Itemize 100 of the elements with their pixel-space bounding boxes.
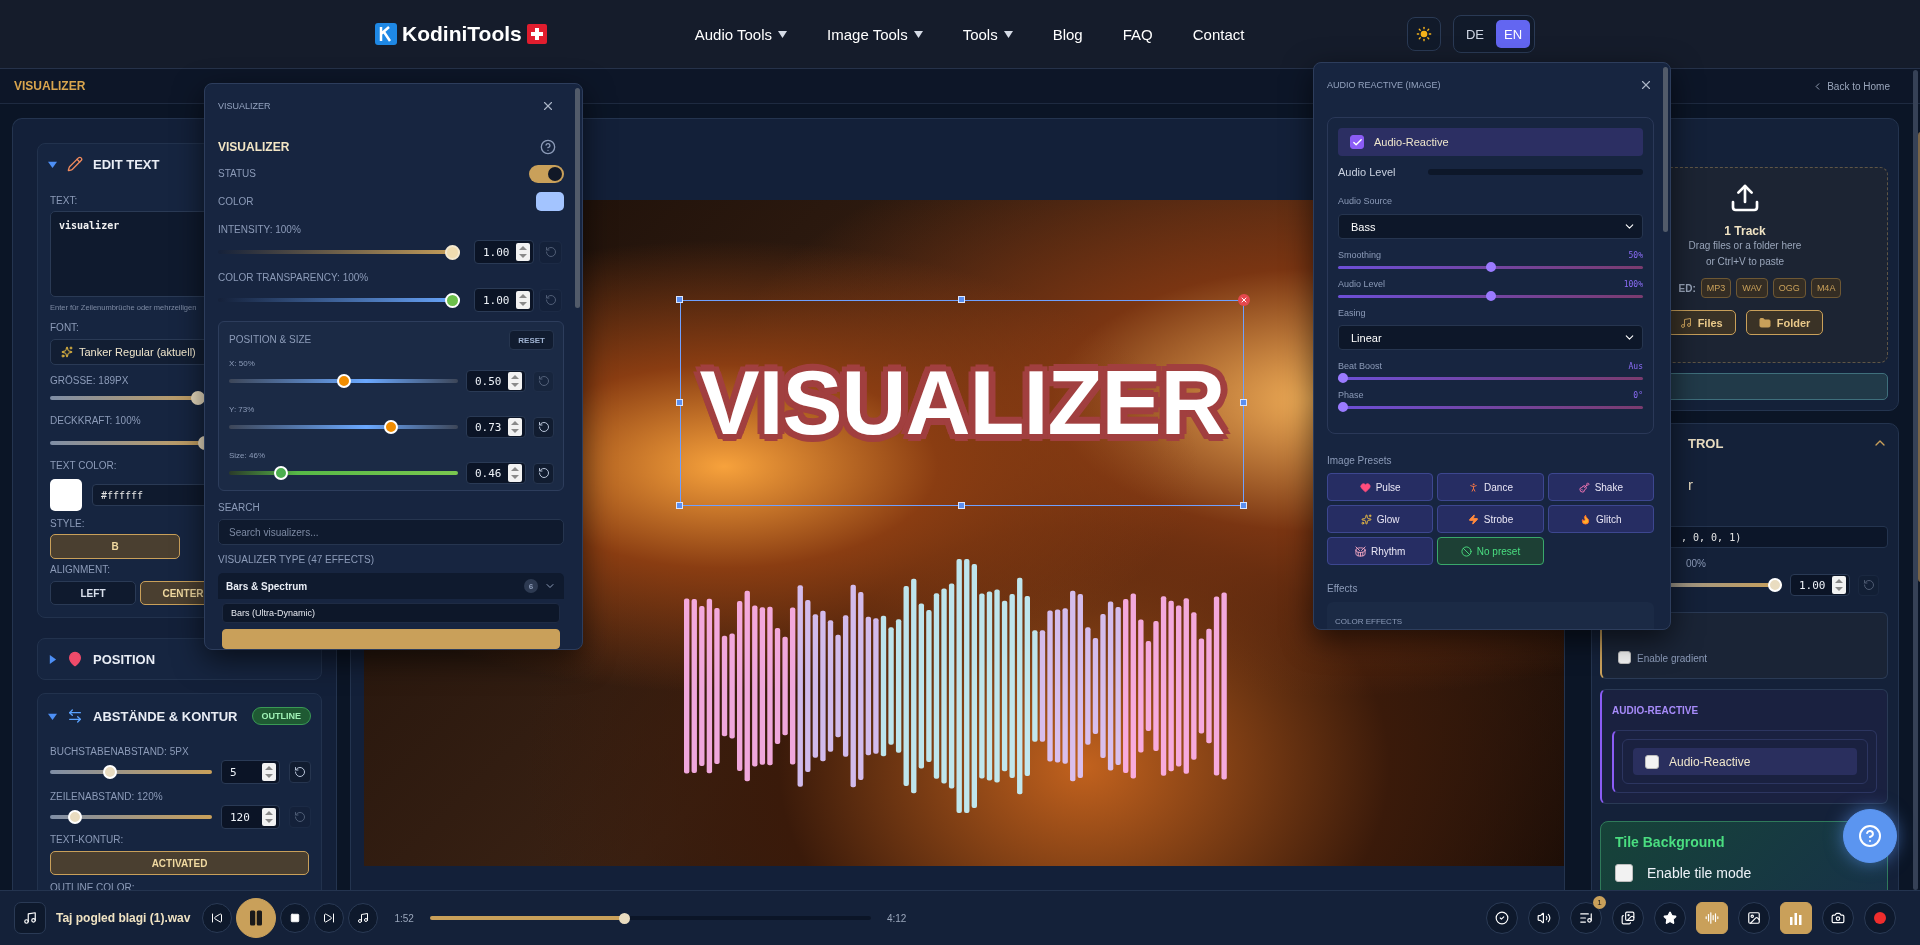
record-button[interactable] — [1864, 902, 1896, 934]
checkbox[interactable] — [1618, 651, 1631, 664]
checkbox[interactable] — [1350, 135, 1364, 149]
preset-button[interactable]: Strobe — [1437, 505, 1544, 533]
help-icon[interactable] — [540, 138, 556, 155]
spin-buttons[interactable] — [507, 418, 522, 436]
number-field[interactable]: 0.73 — [465, 416, 526, 438]
nav-link[interactable]: Blog — [1052, 25, 1083, 43]
number-field[interactable]: 0.46 — [465, 462, 526, 484]
stop-button[interactable] — [280, 903, 311, 933]
waveform-button[interactable] — [1696, 902, 1728, 934]
checkbox[interactable] — [1645, 754, 1659, 769]
preset-button[interactable]: Shake — [1547, 473, 1654, 501]
music-note-button[interactable] — [348, 903, 379, 933]
slider[interactable] — [229, 420, 458, 434]
slider[interactable] — [50, 765, 212, 779]
resize-handle[interactable] — [1240, 399, 1247, 406]
resize-handle[interactable] — [1240, 502, 1247, 509]
camera-button[interactable] — [1822, 902, 1854, 934]
slider-thumb[interactable] — [1338, 402, 1348, 412]
number-field[interactable]: 1.00 — [1790, 574, 1850, 596]
slider[interactable] — [50, 810, 212, 824]
number-field[interactable]: 0.50 — [465, 370, 526, 392]
slider-thumb[interactable] — [1485, 291, 1496, 301]
music-button[interactable] — [14, 902, 46, 934]
nav-link[interactable]: Tools — [962, 25, 1013, 43]
check-button[interactable] — [1486, 902, 1518, 934]
resize-handle[interactable] — [676, 399, 683, 406]
resize-handle[interactable] — [676, 296, 683, 303]
slider[interactable] — [1338, 291, 1643, 301]
number-field[interactable]: 120 — [221, 805, 280, 829]
preset-button[interactable]: No preset — [1437, 537, 1544, 565]
playlist-button[interactable] — [1570, 902, 1602, 934]
nav-link[interactable]: Image Tools — [827, 25, 923, 43]
upload-button[interactable]: Folder — [1745, 310, 1824, 335]
search-field[interactable]: Search visualizers... — [218, 519, 564, 545]
checkbox[interactable] — [1615, 864, 1633, 882]
slider[interactable] — [429, 912, 871, 924]
language-button[interactable]: EN — [1496, 20, 1530, 48]
spin-buttons[interactable] — [516, 243, 530, 262]
caret-icon[interactable] — [48, 711, 57, 721]
scrollbar[interactable] — [1913, 70, 1918, 890]
style-button[interactable]: B — [50, 534, 180, 559]
toggle-row[interactable]: Audio-Reactive — [1338, 128, 1643, 156]
preset-button[interactable]: Rhythm — [1327, 537, 1434, 565]
spin-buttons[interactable] — [516, 291, 530, 310]
spin-buttons[interactable] — [507, 372, 522, 390]
gallery-button[interactable] — [1612, 902, 1644, 934]
play-pause-button[interactable] — [236, 898, 277, 938]
nav-link[interactable]: Audio Tools — [694, 25, 788, 43]
reset-button[interactable] — [533, 462, 554, 484]
scrollbar[interactable] — [575, 88, 580, 308]
selection-box[interactable]: VISUALIZER — [680, 300, 1244, 506]
slider[interactable] — [1338, 402, 1643, 412]
resize-handle[interactable] — [958, 296, 965, 303]
reset-button[interactable]: RESET — [509, 330, 554, 350]
list-item[interactable]: Bars (Ultra-Dynamic) — [222, 603, 560, 623]
caret-icon[interactable] — [48, 159, 57, 169]
reset-button[interactable] — [289, 761, 311, 783]
dropdown-select[interactable]: Bass — [1338, 214, 1643, 239]
number-field[interactable]: 5 — [221, 760, 280, 784]
next-button[interactable] — [314, 903, 345, 933]
image-button[interactable] — [1738, 902, 1770, 934]
alignment-button[interactable]: LEFT — [50, 581, 136, 605]
nav-link[interactable]: FAQ — [1122, 25, 1153, 43]
delete-handle[interactable] — [1238, 294, 1250, 306]
volume-button[interactable] — [1528, 902, 1560, 934]
resize-handle[interactable] — [958, 502, 965, 509]
category-header[interactable]: Bars & Spectrum 6 — [218, 573, 564, 599]
slider[interactable] — [1338, 262, 1643, 272]
slider[interactable] — [229, 466, 458, 480]
spin-buttons[interactable] — [507, 464, 522, 482]
reset-button[interactable] — [533, 416, 554, 438]
resize-handle[interactable] — [676, 502, 683, 509]
language-button[interactable]: DE — [1458, 20, 1492, 48]
slider[interactable] — [229, 374, 458, 388]
preset-button[interactable]: Glitch — [1547, 505, 1654, 533]
slider-thumb[interactable] — [1338, 373, 1348, 383]
preset-button[interactable]: Dance — [1437, 473, 1544, 501]
slider[interactable] — [218, 292, 460, 308]
nav-link[interactable]: Contact — [1192, 25, 1245, 43]
caret-icon[interactable] — [48, 654, 57, 664]
number-field[interactable]: 1.00 — [474, 240, 534, 265]
scrollbar[interactable] — [1663, 67, 1668, 232]
bars-button[interactable] — [1780, 902, 1812, 934]
back-link[interactable]: Back to Home — [1812, 80, 1890, 92]
previous-button[interactable] — [202, 903, 233, 933]
slider-thumb[interactable] — [1485, 262, 1496, 272]
dropdown-select[interactable]: Linear — [1338, 325, 1643, 350]
preset-button[interactable]: Pulse — [1327, 473, 1434, 501]
toggle-switch[interactable] — [529, 164, 564, 183]
color-swatch[interactable] — [536, 192, 564, 211]
slider[interactable] — [1338, 373, 1643, 383]
number-field[interactable]: 1.00 — [474, 288, 534, 313]
toggle-row[interactable]: Audio-Reactive — [1633, 748, 1857, 775]
preset-button[interactable]: Glow — [1327, 505, 1434, 533]
color-swatch[interactable] — [50, 479, 82, 511]
theme-toggle-button[interactable] — [1407, 17, 1441, 51]
star-button[interactable] — [1654, 902, 1686, 934]
outline-button[interactable]: ACTIVATED — [50, 851, 309, 875]
